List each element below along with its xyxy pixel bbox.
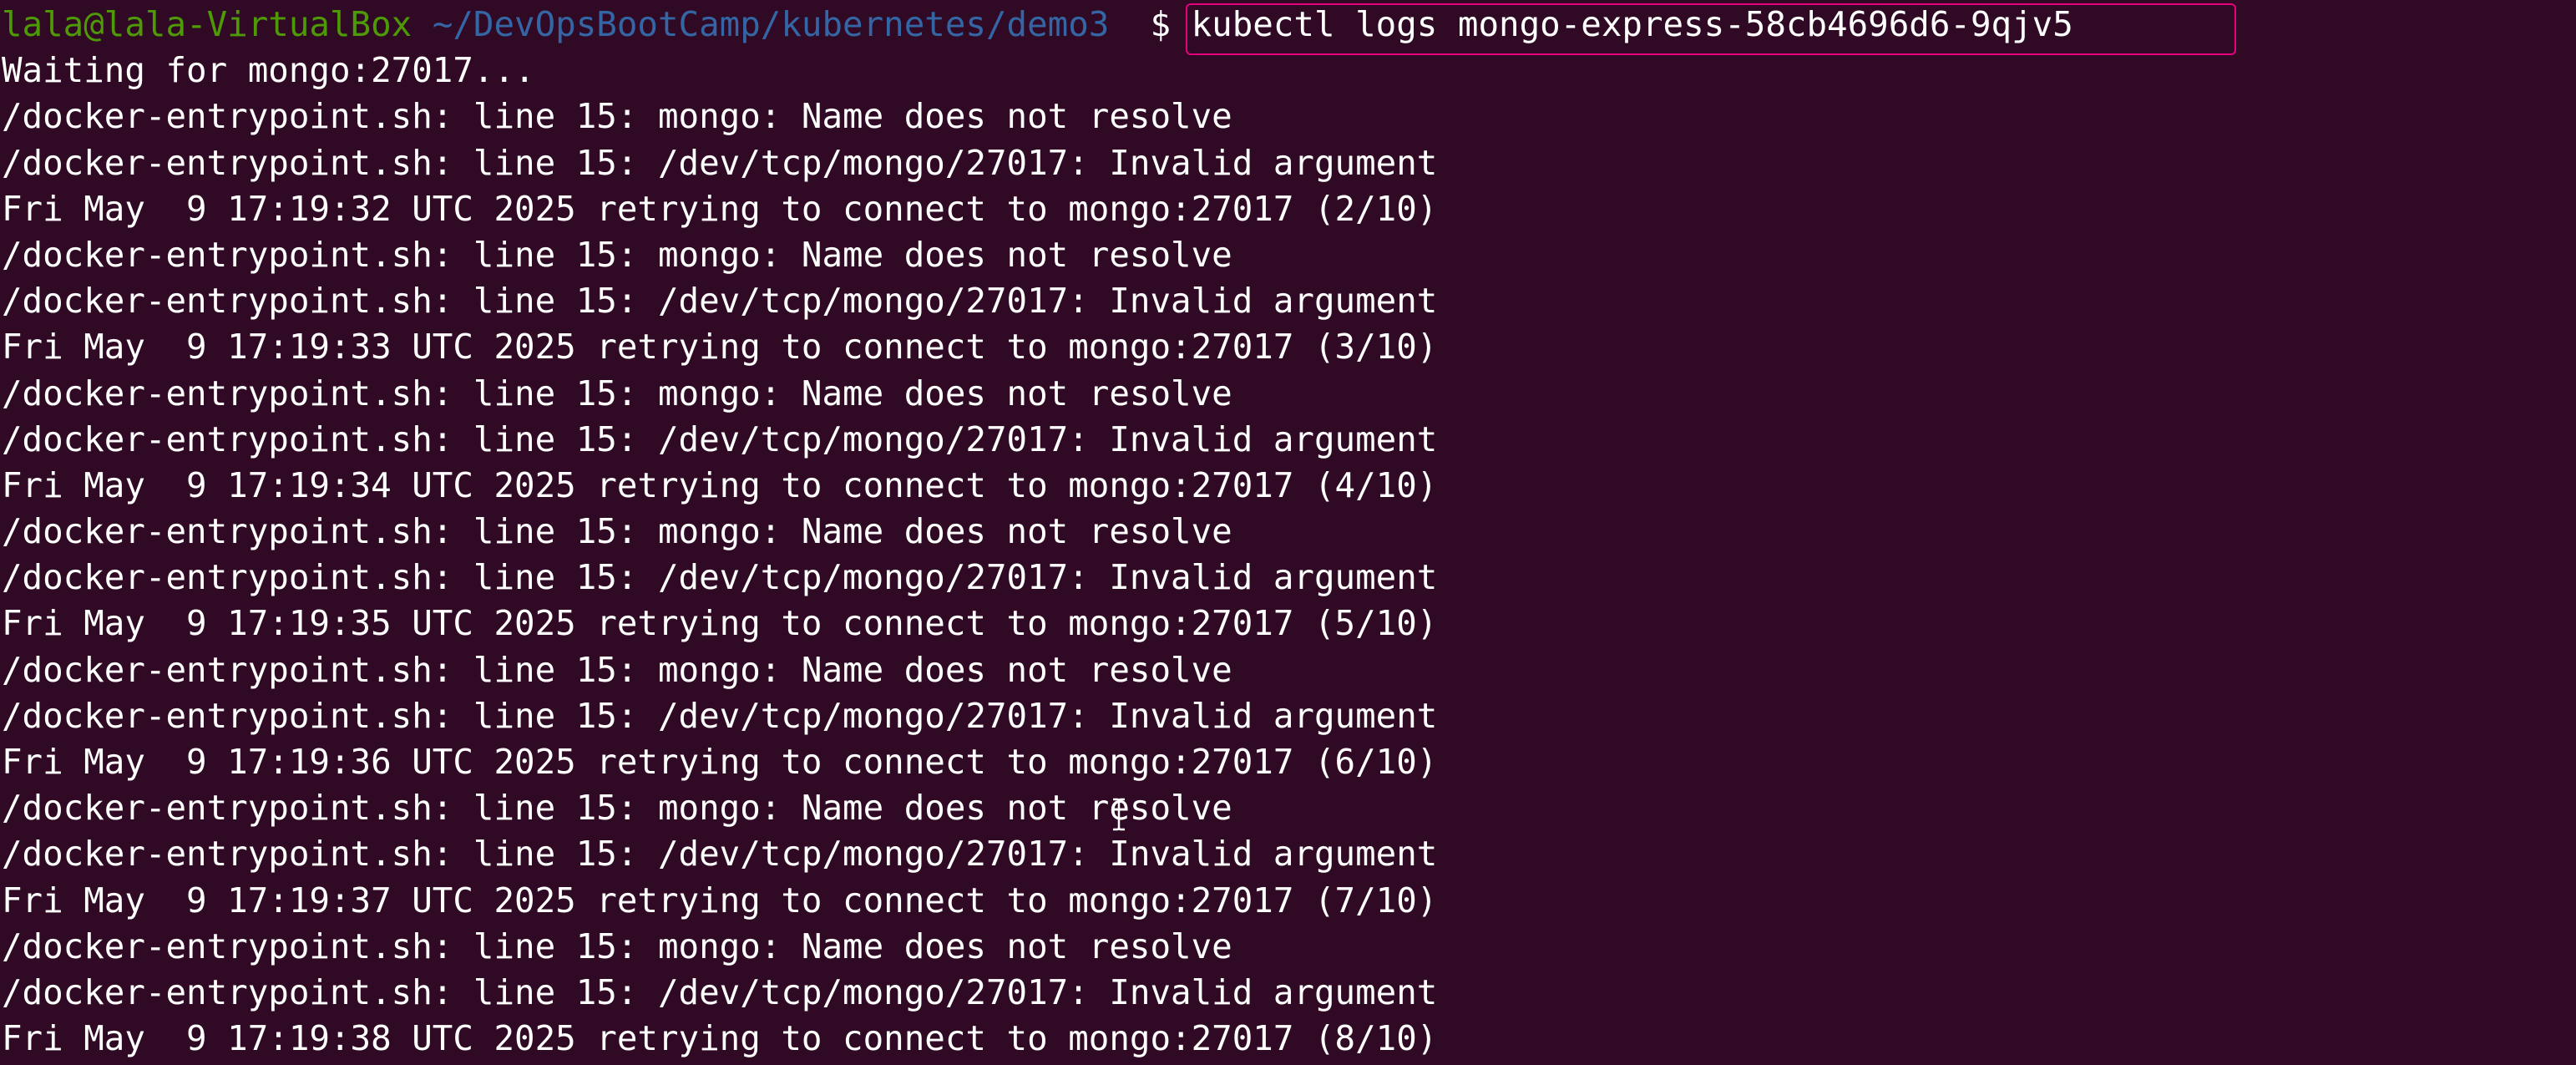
output-line: /docker-entrypoint.sh: line 15: mongo: N… <box>2 649 1232 690</box>
output-line: Fri May 9 17:19:33 UTC 2025 retrying to … <box>2 327 1438 368</box>
output-line: /docker-entrypoint.sh: line 15: mongo: N… <box>2 926 1232 966</box>
output-line: /docker-entrypoint.sh: line 15: /dev/tcp… <box>2 695 1438 736</box>
prompt-path: ~/DevOpsBootCamp/kubernetes/demo3 <box>432 4 1110 44</box>
output-line: Fri May 9 17:19:32 UTC 2025 retrying to … <box>2 188 1438 229</box>
output-line: /docker-entrypoint.sh: line 15: /dev/tcp… <box>2 142 1438 183</box>
output-line: /docker-entrypoint.sh: line 15: mongo: N… <box>2 234 1232 275</box>
output-line: Fri May 9 17:19:35 UTC 2025 retrying to … <box>2 603 1438 644</box>
output-line: Fri May 9 17:19:36 UTC 2025 retrying to … <box>2 742 1438 782</box>
output-line: /docker-entrypoint.sh: line 15: /dev/tcp… <box>2 418 1438 459</box>
prompt-symbol: $ <box>1150 4 1172 44</box>
output-line: /docker-entrypoint.sh: line 15: /dev/tcp… <box>2 281 1438 322</box>
output-line: Fri May 9 17:19:34 UTC 2025 retrying to … <box>2 464 1438 505</box>
text-cursor-icon <box>1111 798 1126 831</box>
output-line: /docker-entrypoint.sh: line 15: mongo: N… <box>2 788 1232 829</box>
output-line: /docker-entrypoint.sh: line 15: mongo: N… <box>2 96 1232 137</box>
terminal-output: Waiting for mongo:27017.../docker-entryp… <box>2 48 2574 1062</box>
output-line: Fri May 9 17:19:38 UTC 2025 retrying to … <box>2 1018 1438 1059</box>
output-line: /docker-entrypoint.sh: line 15: mongo: N… <box>2 373 1232 413</box>
output-line: /docker-entrypoint.sh: line 15: mongo: N… <box>2 511 1232 552</box>
output-line: /docker-entrypoint.sh: line 15: /dev/tcp… <box>2 557 1438 598</box>
command-highlight-box <box>1186 3 2236 55</box>
output-line: Fri May 9 17:19:37 UTC 2025 retrying to … <box>2 880 1438 920</box>
prompt-user-host: lala@lala-VirtualBox <box>2 4 412 44</box>
output-line: /docker-entrypoint.sh: line 15: /dev/tcp… <box>2 971 1438 1012</box>
output-line: /docker-entrypoint.sh: line 15: /dev/tcp… <box>2 834 1438 875</box>
terminal-window[interactable]: lala@lala-VirtualBox ~/DevOpsBootCamp/ku… <box>2 2 2574 1063</box>
